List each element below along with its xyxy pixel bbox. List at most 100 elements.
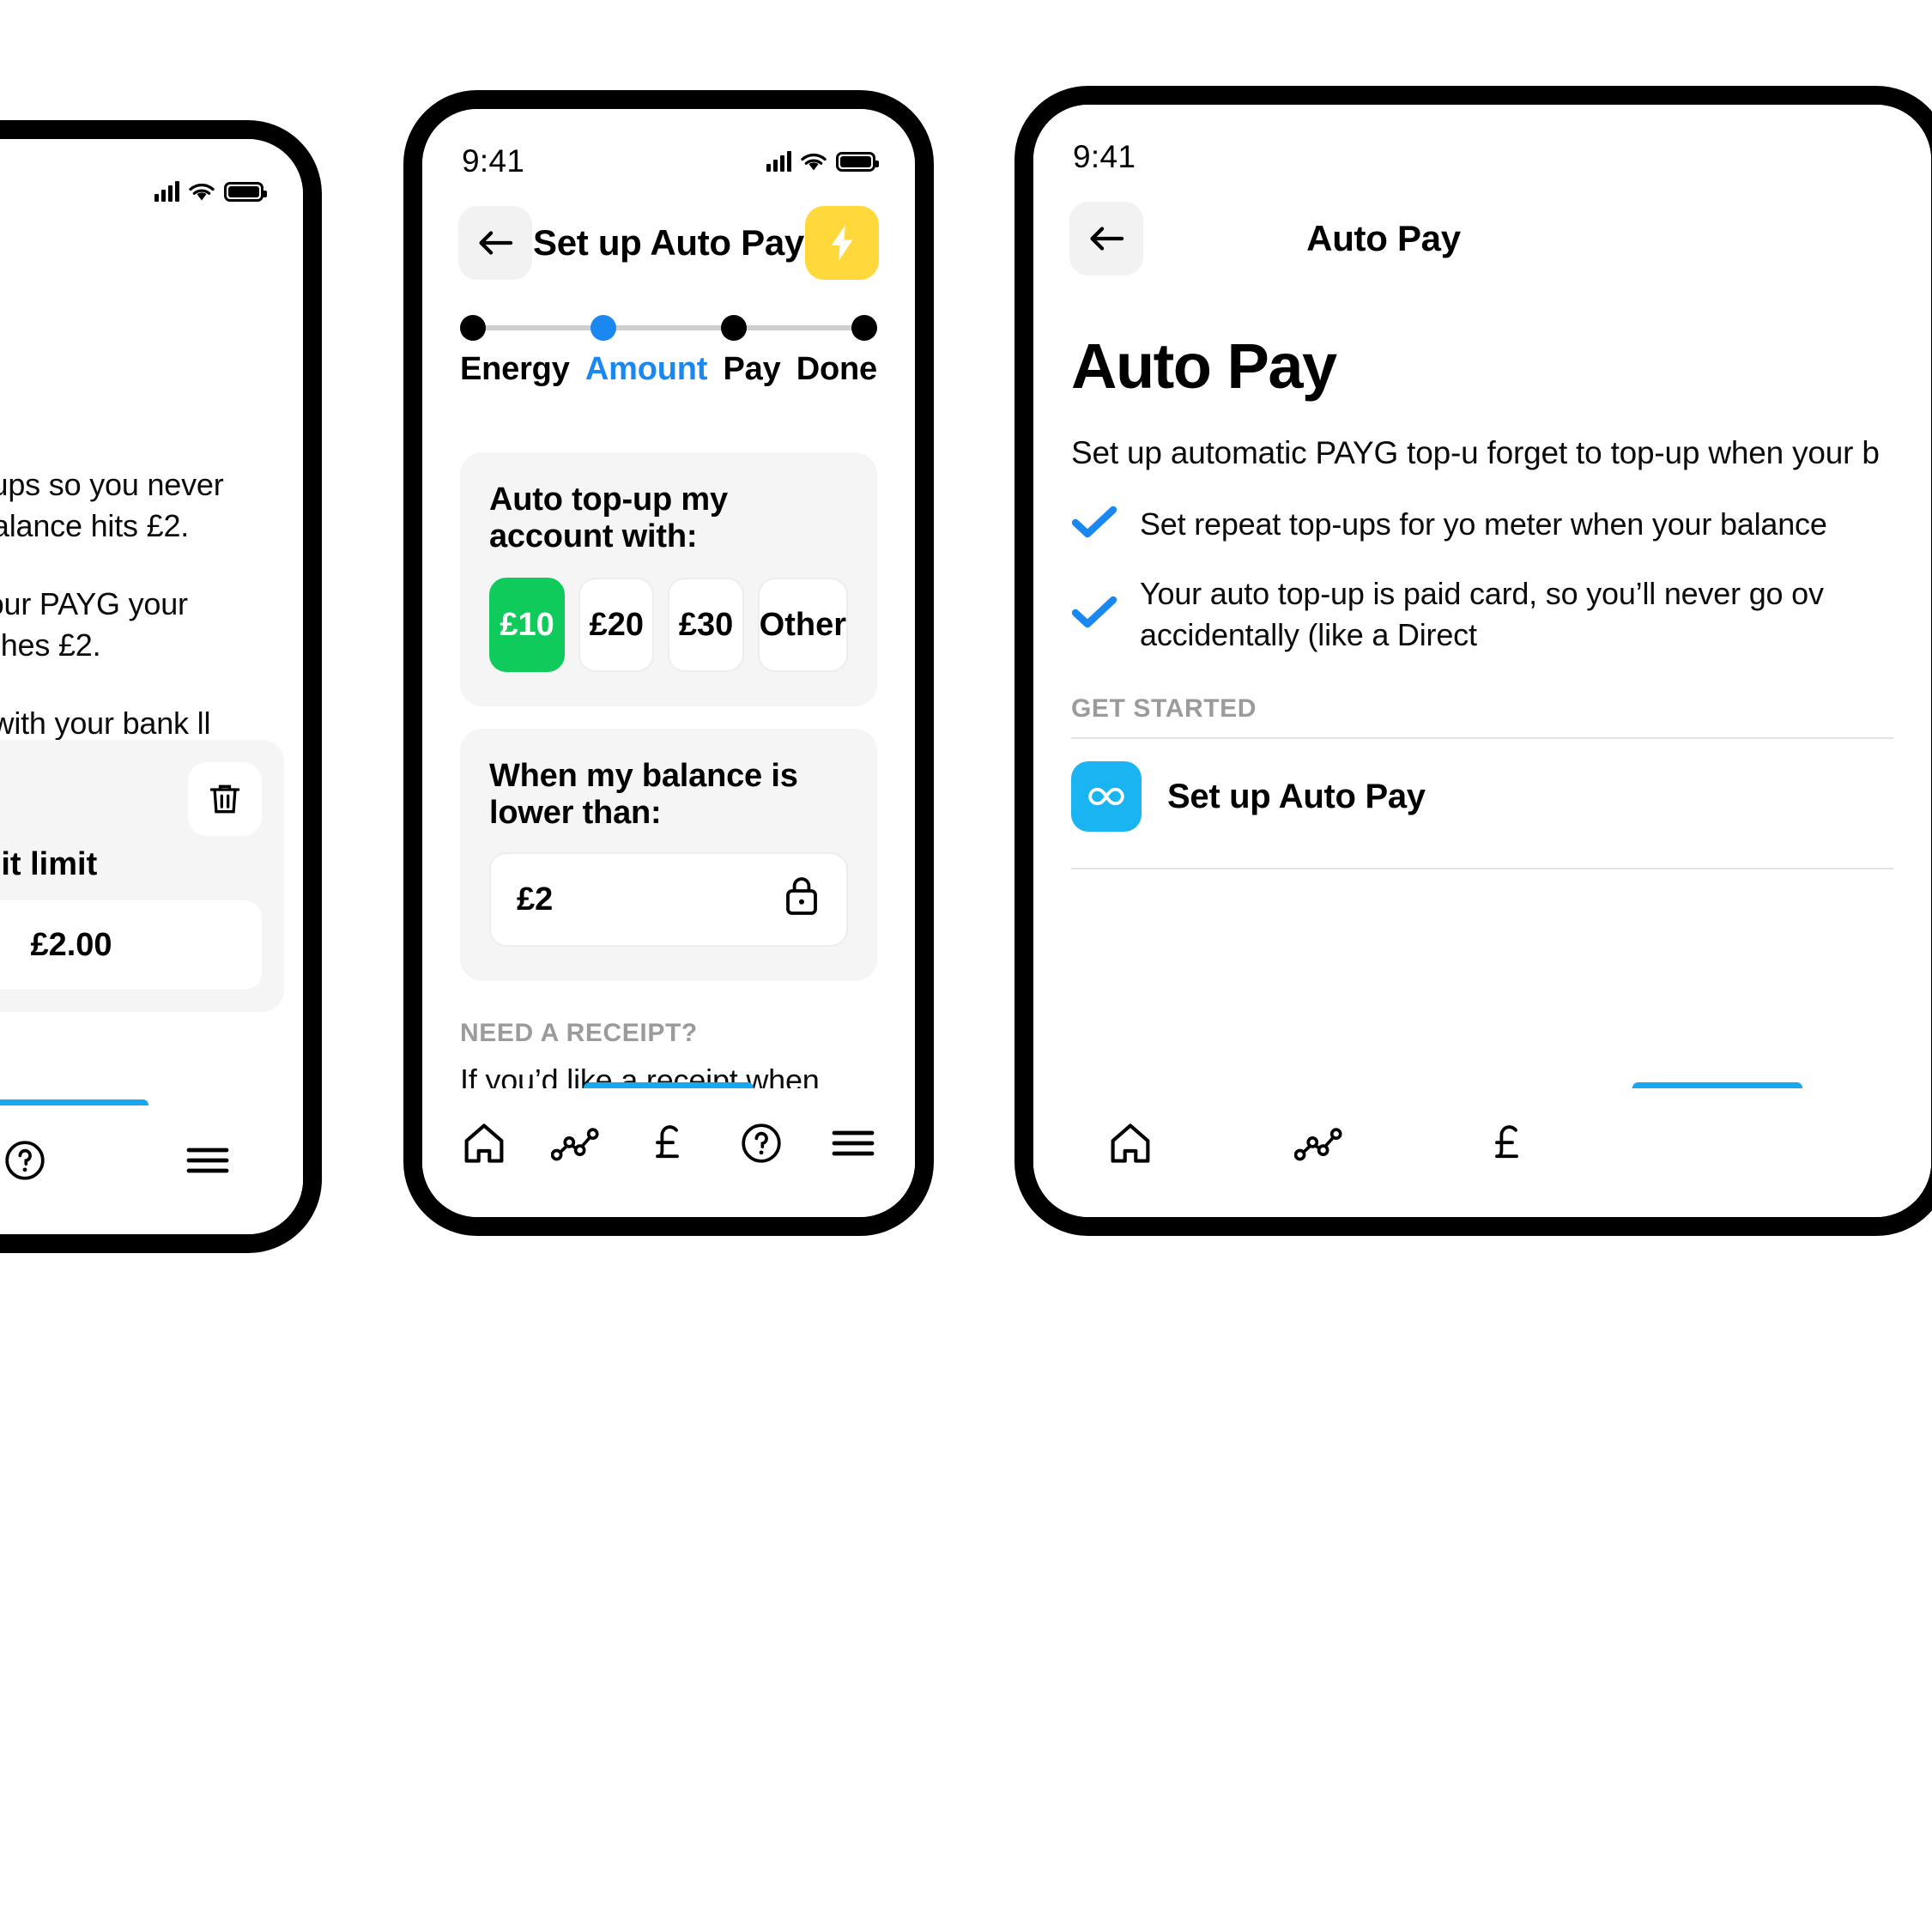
phone-center: 9:41 Set up Auto Pay Energy Amount Pay D… <box>403 90 934 1236</box>
credit-limit-card-wrap: Credit limit £2.00 <box>0 740 284 1012</box>
balance-threshold-card: When my balance is lower than: £2 <box>460 729 877 981</box>
back-arrow-icon <box>479 231 513 255</box>
left-paragraph-1: c PAYG top-ups so you never when your ba… <box>0 466 224 544</box>
home-icon <box>1111 1123 1150 1163</box>
status-bar-right: 9:41 <box>1033 105 1931 184</box>
delete-button[interactable] <box>188 762 262 836</box>
topup-amount-options: £10 £20 £30 Other <box>489 578 849 672</box>
credit-limit-fields: £2.00 <box>0 900 262 990</box>
right-intro: Set up automatic PAYG top-u forget to to… <box>1071 435 1880 470</box>
lightning-bolt-icon <box>831 225 853 261</box>
status-time-right: 9:41 <box>1073 139 1136 174</box>
help-icon <box>5 1141 45 1180</box>
topup-card-title: Auto top-up my account with: <box>489 481 728 554</box>
step-dot-amount[interactable] <box>591 315 616 341</box>
tab-bar-center <box>422 1088 915 1217</box>
phone-center-screen: 9:41 Set up Auto Pay Energy Amount Pay D… <box>422 109 915 1217</box>
step-label-done[interactable]: Done <box>796 351 877 388</box>
pound-icon <box>656 1125 679 1159</box>
pound-icon <box>1495 1125 1518 1159</box>
tab-usage-right[interactable] <box>1281 1113 1358 1173</box>
step-indicator: Energy Amount Pay Done <box>422 313 915 388</box>
right-heading: Auto Pay <box>1071 330 1337 402</box>
credit-limit-card: Credit limit £2.00 <box>0 740 284 1012</box>
phone-right: 9:41 Auto Pay Auto Pay Set up automatic … <box>1014 86 1932 1236</box>
list-item-label: Set up Auto Pay <box>1167 777 1426 815</box>
status-bar-center: 9:41 <box>422 109 915 188</box>
credit-limit-value[interactable]: £2.00 <box>0 900 262 990</box>
status-icons-center <box>766 151 879 172</box>
step-dot-done[interactable] <box>851 315 877 341</box>
help-icon <box>741 1123 781 1163</box>
quick-action-button[interactable] <box>805 206 879 280</box>
usage-chart-icon <box>1294 1128 1342 1161</box>
page-title-center: Set up Auto Pay <box>533 222 804 263</box>
receipt-eyebrow: NEED A RECEIPT? <box>460 1019 698 1047</box>
menu-icon <box>832 1130 875 1156</box>
tab-home-right[interactable] <box>1092 1113 1169 1173</box>
divider-bottom <box>1071 868 1893 870</box>
battery-icon <box>224 181 267 202</box>
home-icon <box>464 1123 504 1163</box>
battery-icon <box>836 151 879 172</box>
right-body: Auto Pay Set up automatic PAYG top-u for… <box>1033 330 1931 870</box>
phone-right-screen: 9:41 Auto Pay Auto Pay Set up automatic … <box>1033 105 1931 1217</box>
step-label-energy[interactable]: Energy <box>460 351 570 388</box>
topup-amount-card: Auto top-up my account with: £10 £20 £30… <box>460 452 877 706</box>
check-icon <box>1071 595 1117 633</box>
tab-bar-right <box>1033 1088 1931 1217</box>
status-icons-left <box>154 181 267 202</box>
nav-bar-left: Auto Pay <box>0 218 303 328</box>
tab-home-center[interactable] <box>445 1113 523 1173</box>
threshold-value-field[interactable]: £2 <box>489 852 848 947</box>
benefit-item-1: Set repeat top-ups for yo meter when you… <box>1071 504 1893 545</box>
tab-bar-left <box>0 1105 303 1234</box>
step-label-pay[interactable]: Pay <box>724 351 781 388</box>
step-dots <box>460 313 877 342</box>
step-label-amount[interactable]: Amount <box>585 351 708 388</box>
left-paragraph-2: op-ups for your PAYG your balance reache… <box>0 585 188 663</box>
phone-left: Auto Pay ; c PAYG top-ups so you never w… <box>0 120 322 1253</box>
benefit-text-1: Set repeat top-ups for yo meter when you… <box>1140 506 1827 542</box>
back-arrow-icon <box>1090 227 1124 251</box>
step-labels: Energy Amount Pay Done <box>460 351 877 388</box>
tab-usage-center[interactable] <box>537 1113 615 1173</box>
signal-icon <box>154 181 179 202</box>
amount-option-other[interactable]: Other <box>757 578 849 672</box>
nav-bar-center: Set up Auto Pay <box>422 188 915 298</box>
status-time-center: 9:41 <box>462 143 525 179</box>
screenshot-canvas: Auto Pay ; c PAYG top-ups so you never w… <box>0 0 1932 1932</box>
benefit-item-2: Your auto top-up is paid card, so you’ll… <box>1071 573 1893 655</box>
infinity-icon <box>1071 761 1142 833</box>
usage-chart-icon <box>551 1128 599 1161</box>
back-button-right[interactable] <box>1069 202 1143 276</box>
amount-option-10[interactable]: £10 <box>489 578 566 672</box>
right-eyebrow: GET STARTED <box>1071 694 1257 724</box>
status-bar-left <box>0 139 303 218</box>
credit-limit-label: Credit limit <box>0 846 98 882</box>
wifi-icon <box>189 182 215 202</box>
tab-menu-left[interactable] <box>172 1130 243 1190</box>
back-button[interactable] <box>458 206 532 280</box>
trash-icon <box>209 784 240 814</box>
tab-pay-center[interactable] <box>630 1113 707 1173</box>
benefit-text-2: Your auto top-up is paid card, so you’ll… <box>1140 576 1824 652</box>
step-dot-pay[interactable] <box>721 315 747 341</box>
nav-bar-right: Auto Pay <box>1033 184 1931 294</box>
list-item-setup-auto-pay[interactable]: Set up Auto Pay <box>1071 739 1893 854</box>
threshold-value: £2 <box>517 881 554 918</box>
menu-icon <box>186 1148 229 1173</box>
tab-pay-right[interactable] <box>1469 1113 1547 1173</box>
phone-left-screen: Auto Pay ; c PAYG top-ups so you never w… <box>0 139 303 1234</box>
lock-icon <box>783 874 821 925</box>
tab-help-left[interactable] <box>0 1130 60 1190</box>
threshold-card-title: When my balance is lower than: <box>489 758 798 831</box>
step-dot-energy[interactable] <box>460 315 486 341</box>
tab-menu-center[interactable] <box>815 1113 892 1173</box>
signal-icon <box>766 151 791 172</box>
tab-help-center[interactable] <box>723 1113 800 1173</box>
check-icon <box>1071 505 1117 543</box>
amount-option-30[interactable]: £30 <box>668 578 744 672</box>
wifi-icon <box>801 152 827 172</box>
amount-option-20[interactable]: £20 <box>578 578 655 672</box>
